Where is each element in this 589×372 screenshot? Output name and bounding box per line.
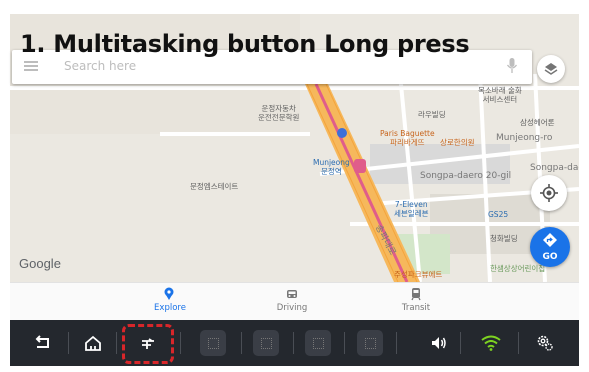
map-label: 청화빌딩 — [490, 234, 518, 243]
map-label: 한샘상상어린이집 — [490, 264, 546, 273]
explore-icon — [164, 287, 174, 300]
station-pin-icon[interactable] — [354, 159, 366, 173]
back-icon — [35, 335, 49, 348]
app-slot-1[interactable] — [200, 320, 226, 366]
map-label: 삼성헤어론 — [520, 118, 555, 127]
mic-icon[interactable] — [506, 58, 518, 74]
tab-label: Explore — [154, 303, 186, 313]
settings-icon — [537, 335, 553, 351]
map-label: 상로한의원 — [440, 138, 475, 147]
map-label: 7-Eleven 세븐일레븐 — [394, 200, 429, 218]
layers-button[interactable] — [537, 55, 565, 83]
volume-icon — [432, 337, 446, 349]
map-label: 운정자동차 운전전문학원 — [258, 104, 300, 122]
map-label: GS25 — [488, 210, 509, 219]
car-icon — [287, 290, 297, 298]
crosshair-icon — [540, 184, 558, 202]
search-input[interactable]: Search here — [64, 59, 136, 73]
my-location-button[interactable] — [531, 175, 567, 211]
home-icon — [85, 335, 101, 351]
menu-icon[interactable] — [24, 61, 38, 71]
app-slot-2[interactable] — [253, 320, 279, 366]
map-label: 목소바래 술화 서비스센터 — [478, 86, 522, 104]
tab-label: Transit — [401, 303, 431, 313]
map-label: 문정엠스테이트 — [190, 182, 239, 191]
google-logo: Google — [19, 256, 61, 271]
tab-explore[interactable]: Explore — [125, 287, 215, 313]
map-label: Songpa-daero 2 — [530, 163, 579, 173]
volume-button[interactable] — [424, 320, 454, 366]
layers-icon — [544, 63, 558, 75]
directions-icon — [543, 233, 557, 247]
tab-transit[interactable]: Transit — [371, 287, 461, 313]
tab-label: Driving — [276, 303, 308, 313]
page-title: 1. Multitasking button Long press — [20, 30, 470, 58]
transit-marker-icon[interactable] — [337, 128, 347, 138]
map-label: Munjeong-ro — [496, 133, 553, 143]
train-icon — [411, 288, 421, 301]
app-slot-4[interactable] — [357, 320, 383, 366]
tab-driving[interactable]: Driving — [247, 287, 337, 313]
go-label: GO — [542, 252, 558, 262]
wifi-icon — [481, 335, 501, 351]
map-label: Songpa-daero 20-gil — [420, 171, 512, 181]
map-label: Paris Baguette 파리바게뜨 — [380, 129, 435, 147]
settings-button[interactable] — [530, 320, 560, 366]
system-nav-bar — [10, 320, 579, 366]
map-label: Munjeong 문정역 — [313, 158, 350, 176]
go-button[interactable]: GO — [530, 227, 570, 267]
back-button[interactable] — [26, 320, 60, 366]
map-label: 주성파크뷰에트 — [394, 270, 443, 279]
app-slot-3[interactable] — [305, 320, 331, 366]
wifi-button[interactable] — [476, 320, 506, 366]
map-label: 라우빌딩 — [418, 110, 446, 119]
home-button[interactable] — [76, 320, 110, 366]
mode-tab-bar: Explore Driving Transit — [10, 282, 579, 320]
long-press-highlight — [122, 324, 174, 364]
